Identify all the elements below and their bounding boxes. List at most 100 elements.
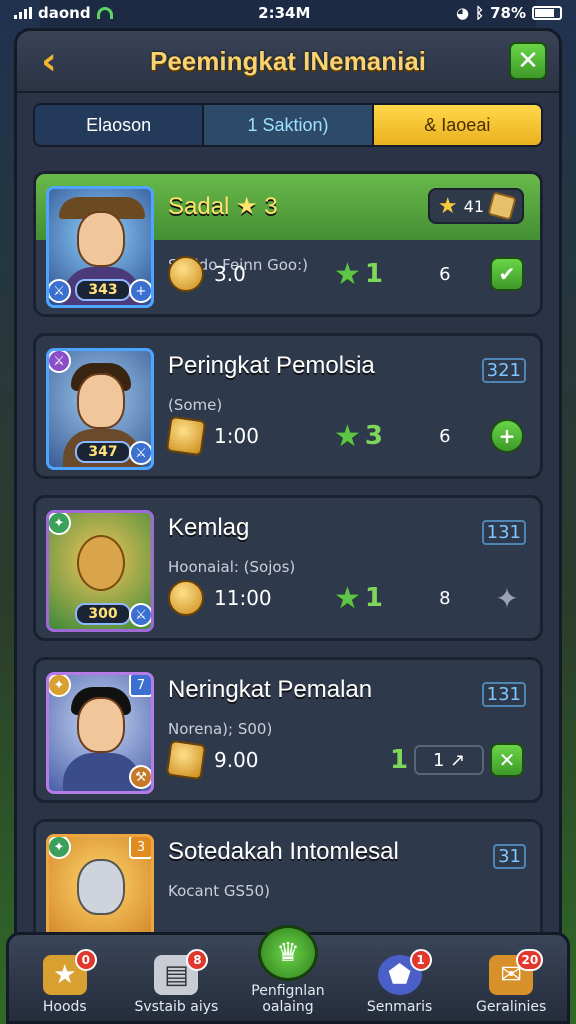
nav-item-stats[interactable]: ▤ 8 Svstaib aiys xyxy=(126,949,226,1015)
notification-badge: 20 xyxy=(516,949,544,971)
player-name: Sadal ★ 3 xyxy=(168,193,278,220)
alarm-icon: ◕ xyxy=(455,4,470,22)
player-name: Neringkat Pemalan xyxy=(168,676,373,703)
leaderboard-row-3[interactable]: 300 ✦ ⚔ Kemlag 131 Hoonaial: (Sojos) 11:… xyxy=(33,495,543,641)
avatar-4: ✦ 7 ⚒ xyxy=(46,672,154,794)
star-icon: ★ xyxy=(437,193,458,219)
leaderboard-list: 343 ⚔ + Sadal ★ 3 ★ 41 Sosido Feinn Goo:… xyxy=(33,171,543,981)
star-icon: ★ xyxy=(334,580,361,616)
tab-1[interactable]: Elaoson xyxy=(35,105,205,145)
score-value: 9.00 xyxy=(214,748,259,772)
sparkle-button[interactable]: ✦ xyxy=(490,581,524,615)
count-value: 6 xyxy=(439,425,451,447)
leaderboard-row-2[interactable]: 347 ⚔ ⚔ Peringkat Pemolsia 321 (Some) 1:… xyxy=(33,333,543,479)
level-badge: 300 xyxy=(75,603,131,625)
status-time: 2:34M xyxy=(258,4,311,22)
leaderboard-row-4[interactable]: ✦ 7 ⚒ Neringkat Pemalan 131 Norena); S00… xyxy=(33,657,543,803)
close-icon: ✕ xyxy=(517,46,539,76)
gold-icon xyxy=(165,415,207,457)
rank-value: 41 xyxy=(463,196,484,216)
star-count: 3 xyxy=(364,421,383,451)
back-button[interactable]: ‹ xyxy=(29,39,69,83)
wifi-icon xyxy=(96,7,113,19)
star-count: 1 xyxy=(364,259,383,289)
rank-value: 131 xyxy=(481,682,526,707)
page-title: Peemingkat INemaniai xyxy=(150,45,426,76)
status-bar: daond 2:34M ◕ ᛒ 78% xyxy=(0,0,576,26)
count-value: 6 xyxy=(439,263,451,285)
player-subtitle: (Some) xyxy=(168,396,223,414)
star-icon: ★ xyxy=(334,256,361,292)
notification-badge: 1 xyxy=(409,949,432,971)
rank-value: 131 xyxy=(481,520,526,545)
player-name: Sotedakah Intomlesal xyxy=(168,838,399,865)
star-icon: ✦ xyxy=(49,837,71,859)
row-stats: 11:00 ★ 1 8 ✦ xyxy=(168,578,524,618)
count-value: 8 xyxy=(439,587,451,609)
star-count: 1 xyxy=(364,583,383,613)
player-subtitle: Norena); S00) xyxy=(168,720,273,738)
nav-label: Senmaris xyxy=(366,999,433,1015)
bottom-nav: ★ 0 Hoods ▤ 8 Svstaib aiys ♛ Penfignlan … xyxy=(6,925,570,1024)
coin-icon xyxy=(168,256,204,292)
add-button[interactable]: + xyxy=(490,419,524,453)
level-badge: 3 xyxy=(129,837,151,859)
star-count: 1 xyxy=(390,745,409,775)
header-bar: ‹ Peemingkat INemaniai ✕ xyxy=(17,31,559,93)
star-icon: ★ xyxy=(334,418,361,454)
player-name: Peringkat Pemolsia xyxy=(168,352,375,379)
nav-item-hoods[interactable]: ★ 0 Hoods xyxy=(15,949,115,1015)
battery-percent: 78% xyxy=(490,4,526,22)
avatar-1: 343 ⚔ + xyxy=(46,186,154,308)
check-button[interactable]: ✔ xyxy=(490,257,524,291)
tool-icon: ⚒ xyxy=(129,765,151,789)
score-value: 11:00 xyxy=(214,586,272,610)
leaderboard-panel: ‹ Peemingkat INemaniai ✕ Elaoson 1 Sakti… xyxy=(14,28,562,1024)
nav-item-galleries[interactable]: ✉ 20 Geralinies xyxy=(461,949,561,1015)
level-badge: 347 xyxy=(75,441,131,463)
sword-icon: ⚔ xyxy=(129,441,151,465)
chevron-left-icon: ‹ xyxy=(41,39,57,83)
level-badge: 343 xyxy=(75,279,131,301)
tab-bar: Elaoson 1 Saktion) & Iaoeai xyxy=(33,103,543,147)
rank-chip: ★ 41 xyxy=(427,188,524,224)
nav-label: Hoods xyxy=(42,999,87,1015)
avatar-3: 300 ✦ ⚔ xyxy=(46,510,154,632)
notification-badge: 0 xyxy=(74,949,97,971)
horn-icon xyxy=(168,580,204,616)
nav-item-ranking[interactable]: ♛ Penfignlan oalaing xyxy=(238,925,338,1015)
row-stats: 1:00 ★ 3 6 + xyxy=(165,415,524,457)
player-subtitle: Kocant GS50) xyxy=(168,882,270,900)
rank-value: 31 xyxy=(493,844,526,869)
sword-icon: ⚔ xyxy=(129,603,151,627)
star-icon: ✦ xyxy=(49,675,71,697)
plus-icon: + xyxy=(129,279,151,303)
tab-3-active[interactable]: & Iaoeai xyxy=(373,105,541,145)
gold-icon xyxy=(165,739,207,781)
notification-badge: 8 xyxy=(186,949,209,971)
level-badge: 7 xyxy=(129,675,151,697)
player-name: Kemlag xyxy=(168,514,250,541)
quantity-box[interactable]: 1 ↗ xyxy=(414,745,485,775)
player-subtitle: Hoonaial: (Sojos) xyxy=(168,558,296,576)
nav-item-seminars[interactable]: ⬟ 1 Senmaris xyxy=(350,949,450,1015)
remove-button[interactable]: ✕ xyxy=(490,743,524,777)
star-icon: ✦ xyxy=(49,513,71,535)
gem-icon xyxy=(487,191,517,221)
bluetooth-icon: ᛒ xyxy=(475,4,485,22)
carrier-label: daond xyxy=(38,4,91,22)
tab-2[interactable]: 1 Saktion) xyxy=(204,105,374,145)
avatar-2: 347 ⚔ ⚔ xyxy=(46,348,154,470)
trophy-icon: ♛ xyxy=(257,925,318,981)
sword-icon: ⚔ xyxy=(49,351,71,373)
nav-label: Penfignlan oalaing xyxy=(251,983,325,1015)
sword-icon: ⚔ xyxy=(49,279,71,303)
nav-label: Geralinies xyxy=(476,999,547,1015)
row-stats: 9.00 1 1 ↗ ✕ xyxy=(165,739,524,781)
close-button[interactable]: ✕ xyxy=(509,42,547,80)
rank-value: 321 xyxy=(481,358,526,383)
leaderboard-row-1[interactable]: 343 ⚔ + Sadal ★ 3 ★ 41 Sosido Feinn Goo:… xyxy=(33,171,543,317)
score-value: 3.0 xyxy=(214,262,246,286)
signal-icon xyxy=(14,7,32,19)
score-value: 1:00 xyxy=(214,424,259,448)
